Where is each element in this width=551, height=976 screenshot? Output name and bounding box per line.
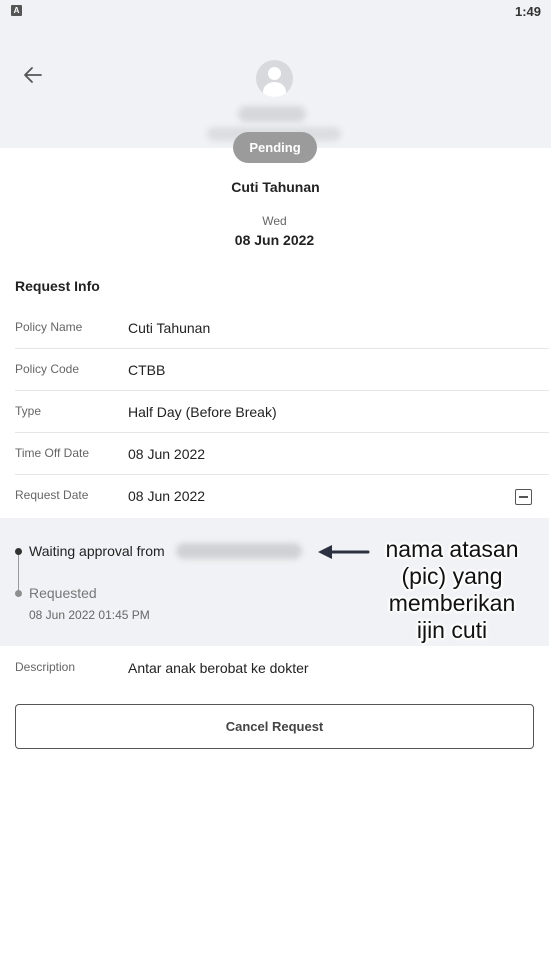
app-notification-icon: A <box>11 5 22 16</box>
status-badge: Pending <box>233 132 317 163</box>
redacted-approver-name <box>176 543 302 559</box>
annotation-line: (pic) yang <box>401 563 503 589</box>
request-day-name: Wed <box>262 214 287 228</box>
description-label: Description <box>15 660 76 674</box>
annotation-line: ijin cuti <box>416 617 488 643</box>
request-date: 08 Jun 2022 <box>234 232 315 248</box>
annotation-line: nama atasan <box>385 536 519 562</box>
description-value: Antar anak berobat ke dokter <box>128 660 309 676</box>
arrow-left-icon <box>24 67 42 83</box>
annotation-note: nama atasan (pic) yang memberikan ijin c… <box>374 536 530 644</box>
policy-title: Cuti Tahunan <box>231 179 320 195</box>
profile-header <box>0 24 551 148</box>
info-row-type: Type Half Day (Before Break) <box>15 391 549 433</box>
info-label: Time Off Date <box>15 446 90 460</box>
timeline-dot-current-icon <box>15 548 22 555</box>
redacted-employee-name <box>238 106 306 122</box>
requested-timestamp: 08 Jun 2022 01:45 PM <box>29 608 150 622</box>
timeline-line <box>18 551 19 593</box>
cancel-request-button[interactable]: Cancel Request <box>15 704 534 749</box>
info-label: Policy Name <box>15 320 83 334</box>
collapse-minus-icon[interactable] <box>515 489 532 505</box>
timeline-dot-done-icon <box>15 590 22 597</box>
section-title-request-info: Request Info <box>15 278 100 294</box>
info-row-policy-code: Policy Code CTBB <box>15 349 549 391</box>
requested-label: Requested <box>29 585 97 601</box>
info-value: CTBB <box>128 362 166 378</box>
annotation-line: memberikan <box>388 590 516 616</box>
status-time: 1:49 <box>514 4 541 19</box>
info-label: Type <box>15 404 42 418</box>
info-row-policy-name: Policy Name Cuti Tahunan <box>15 307 549 349</box>
waiting-approval-text: Waiting approval from <box>29 543 165 559</box>
back-button[interactable] <box>20 62 46 88</box>
info-value: 08 Jun 2022 <box>128 488 206 504</box>
info-value: 08 Jun 2022 <box>128 446 206 462</box>
status-bar: A 1:49 <box>0 0 551 24</box>
annotation-arrow-icon <box>318 545 370 559</box>
info-value: Cuti Tahunan <box>128 320 211 336</box>
info-value: Half Day (Before Break) <box>128 404 277 420</box>
info-label: Policy Code <box>15 362 80 376</box>
info-label: Request Date <box>15 488 89 502</box>
info-row-description: Description Antar anak berobat ke dokter <box>15 646 549 688</box>
info-row-request-date: Request Date 08 Jun 2022 <box>15 475 549 517</box>
user-avatar-icon <box>256 60 293 97</box>
info-row-time-off-date: Time Off Date 08 Jun 2022 <box>15 433 549 475</box>
